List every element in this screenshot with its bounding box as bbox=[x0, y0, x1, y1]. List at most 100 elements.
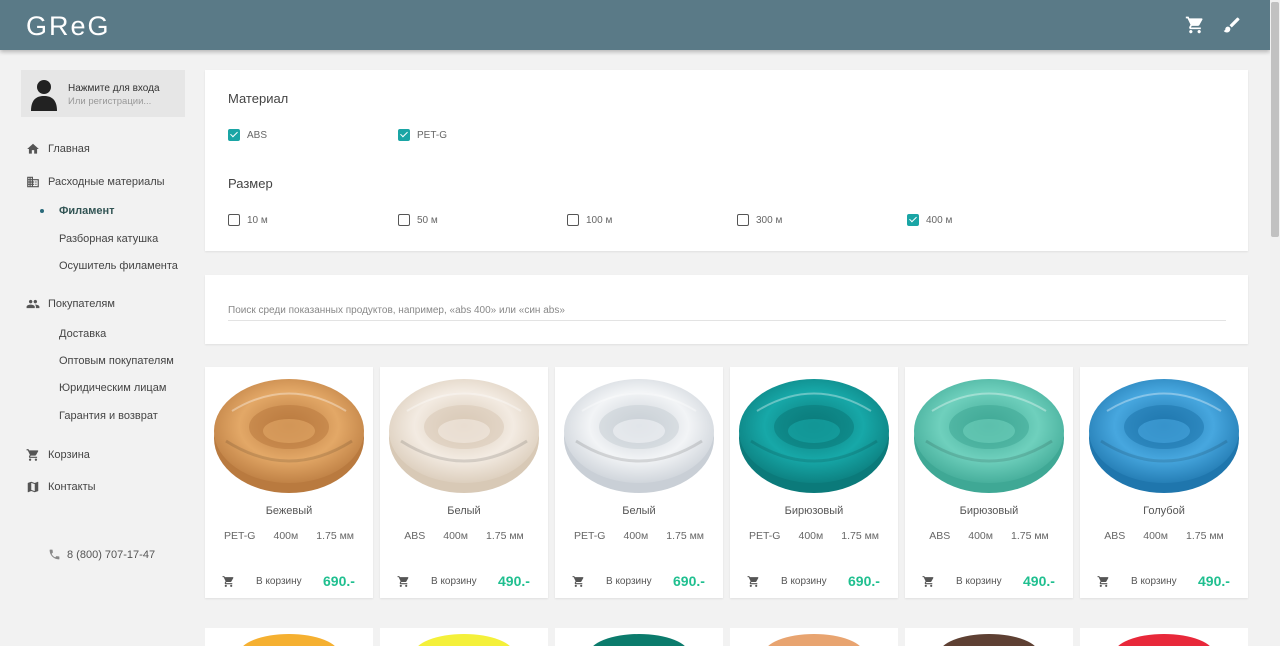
product-card[interactable] bbox=[205, 628, 373, 646]
checkbox-size-400[interactable]: 400 м bbox=[907, 214, 952, 226]
filter-panel: Материал ABS PET-G Размер 10 м 50 м 100 … bbox=[205, 70, 1248, 251]
add-to-cart-button[interactable]: В корзину bbox=[606, 576, 652, 587]
scrollbar[interactable] bbox=[1270, 0, 1280, 646]
filament-spool-image[interactable] bbox=[239, 634, 339, 646]
product-specs: PET-G 400м 1.75 мм bbox=[555, 530, 723, 542]
checkbox-box[interactable] bbox=[567, 214, 579, 226]
product-price: 690.- bbox=[323, 573, 355, 589]
add-to-cart-icon[interactable] bbox=[922, 575, 935, 588]
product-name[interactable]: Голубой bbox=[1080, 505, 1248, 517]
product-card[interactable]: Белый PET-G 400м 1.75 мм В корзину 690.- bbox=[555, 367, 723, 598]
filament-spool-image[interactable] bbox=[1087, 371, 1241, 496]
product-card[interactable] bbox=[730, 628, 898, 646]
product-card[interactable]: Бирюзовый ABS 400м 1.75 мм В корзину 490… bbox=[905, 367, 1073, 598]
cart-icon bbox=[26, 449, 39, 461]
logo-text: GReG bbox=[26, 11, 111, 41]
add-to-cart-button[interactable]: В корзину bbox=[781, 576, 827, 587]
filament-spool-image[interactable] bbox=[414, 634, 514, 646]
checkbox-size-300[interactable]: 300 м bbox=[737, 214, 782, 226]
checkbox-label: 100 м bbox=[586, 214, 613, 226]
product-card[interactable] bbox=[1080, 628, 1248, 646]
product-name[interactable]: Бирюзовый bbox=[905, 505, 1073, 517]
product-name[interactable]: Бежевый bbox=[205, 505, 373, 517]
checkbox-size-100[interactable]: 100 м bbox=[567, 214, 612, 226]
checkbox-box[interactable] bbox=[907, 214, 919, 226]
product-diameter: 1.75 мм bbox=[1185, 530, 1224, 542]
login-text: Нажмите для входа bbox=[68, 83, 160, 94]
checkbox-box[interactable] bbox=[228, 129, 240, 141]
filament-spool-image[interactable] bbox=[737, 371, 891, 496]
avatar-icon bbox=[31, 80, 57, 111]
logo[interactable]: GReG bbox=[26, 9, 126, 43]
add-to-cart-icon[interactable] bbox=[397, 575, 410, 588]
nav-warranty[interactable]: Гарантия и возврат bbox=[59, 410, 158, 422]
product-name[interactable]: Белый bbox=[380, 505, 548, 517]
nav-contacts[interactable]: Контакты bbox=[26, 478, 96, 496]
filament-spool-image[interactable] bbox=[387, 371, 541, 496]
product-price: 490.- bbox=[1023, 573, 1055, 589]
filament-spool-image[interactable] bbox=[912, 371, 1066, 496]
product-name[interactable]: Бирюзовый bbox=[730, 505, 898, 517]
nav-consumables[interactable]: Расходные материалы bbox=[26, 173, 165, 191]
building-icon bbox=[27, 176, 39, 188]
add-to-cart-icon[interactable] bbox=[222, 575, 235, 588]
filament-spool-image[interactable] bbox=[1114, 634, 1214, 646]
add-to-cart-icon[interactable] bbox=[572, 575, 585, 588]
filament-spool-image[interactable] bbox=[212, 371, 366, 496]
product-card[interactable]: Белый ABS 400м 1.75 мм В корзину 490.- bbox=[380, 367, 548, 598]
phone-icon bbox=[49, 549, 60, 560]
add-to-cart-icon[interactable] bbox=[747, 575, 760, 588]
checkbox-material-abs[interactable]: ABS bbox=[228, 129, 267, 141]
nav-cart-label: Корзина bbox=[48, 449, 90, 461]
checkbox-size-10[interactable]: 10 м bbox=[228, 214, 268, 226]
cart-icon[interactable] bbox=[1185, 15, 1205, 35]
add-to-cart-button[interactable]: В корзину bbox=[431, 576, 477, 587]
nav-delivery[interactable]: Доставка bbox=[59, 328, 106, 340]
product-length: 400м bbox=[623, 530, 649, 542]
product-name[interactable]: Белый bbox=[555, 505, 723, 517]
product-card[interactable] bbox=[555, 628, 723, 646]
scrollbar-thumb[interactable] bbox=[1271, 2, 1279, 237]
product-material: ABS bbox=[404, 530, 426, 542]
product-card[interactable]: Бежевый PET-G 400м 1.75 мм В корзину 690… bbox=[205, 367, 373, 598]
nav-home[interactable]: Главная bbox=[26, 140, 90, 158]
checkbox-size-50[interactable]: 50 м bbox=[398, 214, 438, 226]
product-length: 400м bbox=[798, 530, 824, 542]
filament-spool-image[interactable] bbox=[764, 634, 864, 646]
product-diameter: 1.75 мм bbox=[666, 530, 705, 542]
nav-legal[interactable]: Юридическим лицам bbox=[59, 382, 166, 394]
nav-home-label: Главная bbox=[48, 143, 90, 155]
nav-cart[interactable]: Корзина bbox=[26, 446, 90, 464]
checkbox-material-petg[interactable]: PET-G bbox=[398, 129, 447, 141]
nav-customers[interactable]: Покупателям bbox=[26, 295, 115, 313]
home-icon bbox=[27, 143, 39, 154]
add-to-cart-button[interactable]: В корзину bbox=[256, 576, 302, 587]
nav-dryer[interactable]: Осушитель филамента bbox=[59, 260, 178, 272]
brush-icon[interactable] bbox=[1222, 15, 1242, 35]
add-to-cart-icon[interactable] bbox=[1097, 575, 1110, 588]
filament-spool-image[interactable] bbox=[939, 634, 1039, 646]
filament-spool-image[interactable] bbox=[589, 634, 689, 646]
nav-filament[interactable]: Филамент bbox=[59, 205, 115, 217]
login-box[interactable]: Нажмите для входа Или регистрации... bbox=[21, 70, 185, 117]
nav-wholesale[interactable]: Оптовым покупателям bbox=[59, 355, 174, 367]
nav-spool[interactable]: Разборная катушка bbox=[59, 233, 158, 245]
product-card[interactable]: Бирюзовый PET-G 400м 1.75 мм В корзину 6… bbox=[730, 367, 898, 598]
checkbox-label: 50 м bbox=[417, 214, 438, 226]
checkbox-box[interactable] bbox=[398, 129, 410, 141]
checkbox-box[interactable] bbox=[398, 214, 410, 226]
checkbox-box[interactable] bbox=[228, 214, 240, 226]
product-card[interactable] bbox=[380, 628, 548, 646]
product-card[interactable]: Голубой ABS 400м 1.75 мм В корзину 490.- bbox=[1080, 367, 1248, 598]
product-material: PET-G bbox=[573, 530, 606, 542]
checkbox-label: 400 м bbox=[926, 214, 953, 226]
product-card[interactable] bbox=[905, 628, 1073, 646]
add-to-cart-button[interactable]: В корзину bbox=[956, 576, 1002, 587]
search-input[interactable] bbox=[228, 301, 1226, 321]
phone[interactable]: 8 (800) 707-17-47 bbox=[48, 548, 155, 561]
product-price: 690.- bbox=[848, 573, 880, 589]
nav-contacts-label: Контакты bbox=[48, 481, 96, 493]
checkbox-box[interactable] bbox=[737, 214, 749, 226]
filament-spool-image[interactable] bbox=[562, 371, 716, 496]
add-to-cart-button[interactable]: В корзину bbox=[1131, 576, 1177, 587]
